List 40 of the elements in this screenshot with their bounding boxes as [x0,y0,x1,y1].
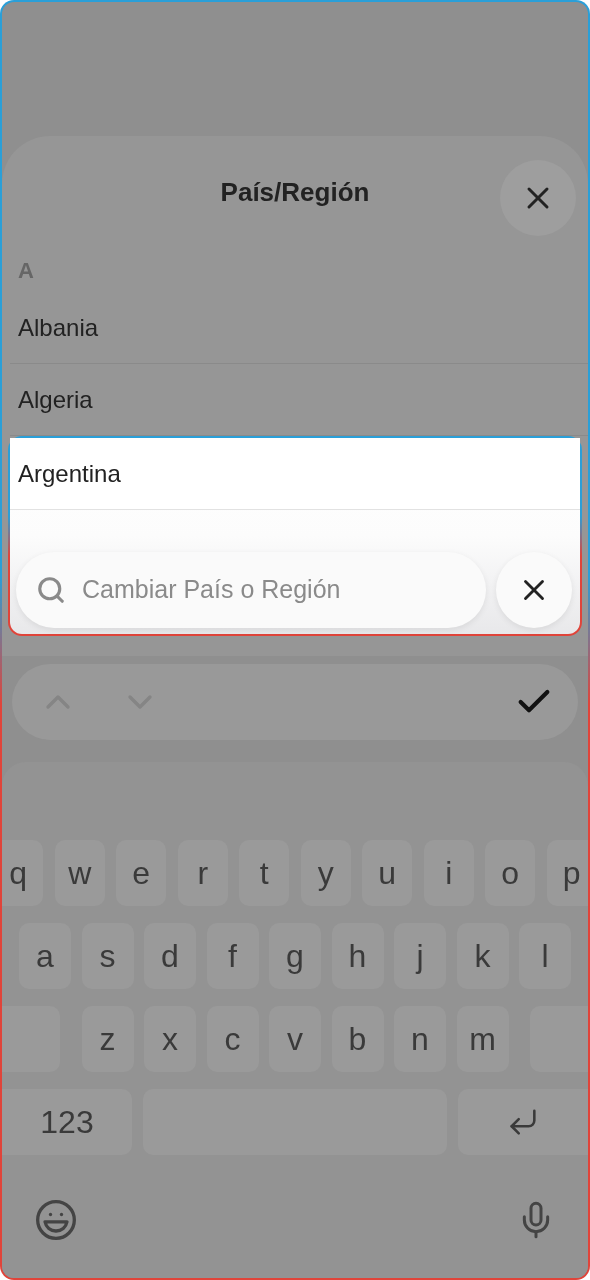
keyboard-key[interactable]: n [394,1006,446,1072]
keyboard-key[interactable]: c [206,1006,259,1072]
keyboard-key[interactable]: s [81,923,134,989]
keyboard-key[interactable]: g [269,923,321,989]
keyboard-key[interactable]: u [362,840,413,906]
keyboard-key[interactable]: v [269,1006,321,1072]
keyboard-key[interactable]: e [116,840,167,906]
keyboard-key[interactable]: h [331,923,384,989]
keyboard-key[interactable]: l [519,923,571,989]
keyboard-key[interactable]: w [54,840,105,906]
country-name: Algeria [18,384,93,415]
delete-key[interactable] [530,1006,588,1072]
keyboard-key[interactable]: k [456,923,509,989]
keyboard-key[interactable]: z [81,1006,134,1072]
numbers-key[interactable]: 123 [2,1089,132,1155]
search-icon [36,575,66,605]
keyboard-key[interactable]: i [423,840,474,906]
country-name: Argentina [18,458,121,489]
keyboard-key[interactable]: m [456,1006,509,1072]
keyboard-key[interactable]: o [485,840,536,906]
emoji-icon[interactable] [34,1198,78,1242]
keyboard-key[interactable]: y [300,840,351,906]
keyboard-key[interactable]: d [144,923,196,989]
keyboard-key[interactable]: q [2,840,44,906]
keyboard-key[interactable]: p [546,840,588,906]
keyboard-key[interactable]: a [19,923,71,989]
keyboard-key[interactable]: x [144,1006,196,1072]
search-field[interactable]: Cambiar País o Región [16,552,486,628]
keyboard-key[interactable]: f [206,923,259,989]
search-input[interactable]: Cambiar País o Región [82,571,452,609]
country-name: Albania [18,312,99,343]
keyboard-key[interactable]: j [394,923,446,989]
keyboard-key[interactable]: r [177,840,228,906]
country-row[interactable]: Argentina [10,438,580,510]
country-row[interactable]: Albania [10,292,588,364]
keyboard-key[interactable]: t [239,840,290,906]
return-key[interactable] [458,1089,588,1155]
sheet-title: País/Región [220,175,370,209]
keyboard-key[interactable]: b [331,1006,384,1072]
shift-key[interactable] [2,1006,60,1072]
